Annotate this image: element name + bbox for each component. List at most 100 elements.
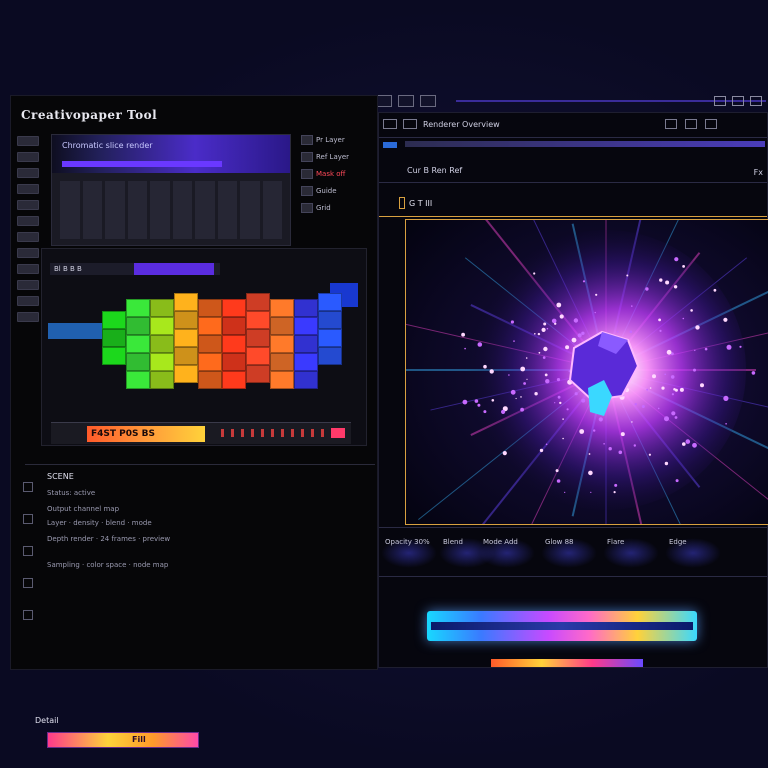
- window-menu-icon[interactable]: [383, 119, 397, 129]
- heatmap-cell: [174, 365, 198, 383]
- side-list-item[interactable]: Ref Layer: [301, 151, 363, 163]
- heatmap-cell: [294, 299, 318, 317]
- spark: [646, 388, 649, 391]
- spark: [618, 450, 623, 455]
- spark: [666, 349, 672, 355]
- render-control[interactable]: Glow 88: [545, 538, 574, 546]
- layers-tool-icon[interactable]: [17, 312, 39, 322]
- heatmap-toolbar-accent: [134, 263, 214, 275]
- heatmap-cell: [246, 329, 270, 347]
- spark: [695, 325, 700, 330]
- spark: [557, 395, 561, 399]
- hand-tool-icon[interactable]: [17, 264, 39, 274]
- window-icon[interactable]: [420, 95, 436, 107]
- timeline-end-button[interactable]: [331, 428, 345, 438]
- heatmap-cell: [126, 335, 150, 353]
- spark: [631, 421, 633, 423]
- spark: [477, 342, 483, 347]
- depth-icon[interactable]: [23, 578, 33, 588]
- spark: [613, 491, 616, 494]
- heatmap-panel[interactable]: Bl B B B: [41, 248, 367, 446]
- expand-icon[interactable]: [685, 119, 697, 129]
- property-line: Layer · density · blend · mode: [47, 519, 152, 527]
- side-list-item[interactable]: Mask off: [301, 168, 363, 180]
- select-tool-icon[interactable]: [17, 136, 39, 146]
- side-list-label: Ref Layer: [316, 153, 350, 161]
- render-control[interactable]: Flare: [607, 538, 624, 546]
- eraser-tool-icon[interactable]: [17, 184, 39, 194]
- heatmap-left-swatch: [48, 323, 102, 339]
- render-toolbar-track[interactable]: [405, 141, 765, 147]
- spark: [690, 309, 693, 312]
- thumbnail-panel[interactable]: Chromatic slice render: [51, 134, 291, 246]
- minimize-icon[interactable]: [714, 96, 726, 106]
- fill-tool-icon[interactable]: [17, 200, 39, 210]
- selection-marker[interactable]: [399, 197, 405, 209]
- render-control[interactable]: Opacity 30%: [385, 538, 430, 546]
- maximize-icon[interactable]: [732, 96, 744, 106]
- left-tool-rail: [17, 136, 43, 366]
- spark: [723, 317, 728, 322]
- zoom-tool-icon[interactable]: [17, 248, 39, 258]
- settings-icon[interactable]: [705, 119, 717, 129]
- thumbnail-stripe: [62, 161, 222, 167]
- heatmap-cell: [222, 299, 246, 317]
- spark: [723, 395, 729, 401]
- spark: [704, 347, 708, 351]
- spectrum-slider[interactable]: [427, 611, 697, 641]
- spark: [588, 470, 593, 476]
- spark: [659, 329, 662, 332]
- crop-tool-icon[interactable]: [17, 296, 39, 306]
- layer-icon[interactable]: [376, 95, 392, 107]
- spark: [694, 349, 696, 352]
- move-tool-icon[interactable]: [17, 152, 39, 162]
- side-list-item[interactable]: Pr Layer: [301, 134, 363, 146]
- side-list-item[interactable]: Grid: [301, 202, 363, 214]
- render-control[interactable]: Edge: [669, 538, 687, 546]
- timeline-bar[interactable]: F4ST P0S BS: [51, 422, 351, 444]
- footer-bar-label: Fill: [132, 735, 146, 744]
- pin-icon[interactable]: [665, 119, 677, 129]
- spark: [523, 382, 526, 385]
- heatmap-cell: [270, 299, 294, 317]
- spectrum-slider-track: [431, 622, 693, 630]
- thumbnail-columns: [60, 181, 282, 239]
- properties-section: SCENE Status: active Output channel map …: [21, 472, 371, 575]
- property-line: Depth render · 24 frames · preview: [47, 535, 171, 543]
- side-list-label: Mask off: [316, 170, 346, 178]
- close-icon[interactable]: [750, 96, 762, 106]
- spark: [652, 374, 656, 379]
- render-subbar-text: G T III: [409, 199, 433, 208]
- heatmap-cell: [246, 293, 270, 311]
- sampling-icon[interactable]: [23, 610, 33, 620]
- heatmap-cell: [102, 311, 126, 329]
- render-control[interactable]: Blend: [443, 538, 463, 546]
- heatmap-cell: [318, 311, 342, 329]
- heatmap-cell: [150, 299, 174, 317]
- grid-icon[interactable]: [398, 95, 414, 107]
- text-tool-icon[interactable]: [17, 216, 39, 226]
- shape-tool-icon[interactable]: [17, 232, 39, 242]
- layer-thumb-icon: [301, 186, 313, 196]
- footer-color-bar[interactable]: Fill: [47, 732, 199, 748]
- heatmap-cell: [126, 353, 150, 371]
- spark: [726, 344, 732, 350]
- spark: [573, 318, 579, 323]
- spark: [671, 393, 674, 396]
- spark: [545, 443, 548, 446]
- spark: [462, 399, 468, 405]
- render-viewport[interactable]: [405, 219, 768, 525]
- render-control[interactable]: Mode Add: [483, 538, 518, 546]
- spark: [648, 453, 651, 456]
- heatmap-cell: [150, 371, 174, 389]
- spark: [513, 340, 515, 342]
- brush-tool-icon[interactable]: [17, 168, 39, 178]
- spark: [658, 318, 661, 322]
- spark: [675, 479, 679, 483]
- heatmap-cell: [198, 299, 222, 317]
- panel-icon[interactable]: [403, 119, 417, 129]
- spark: [685, 439, 691, 444]
- side-list-item[interactable]: Guide: [301, 185, 363, 197]
- top-toolbar: [336, 92, 768, 110]
- eyedropper-tool-icon[interactable]: [17, 280, 39, 290]
